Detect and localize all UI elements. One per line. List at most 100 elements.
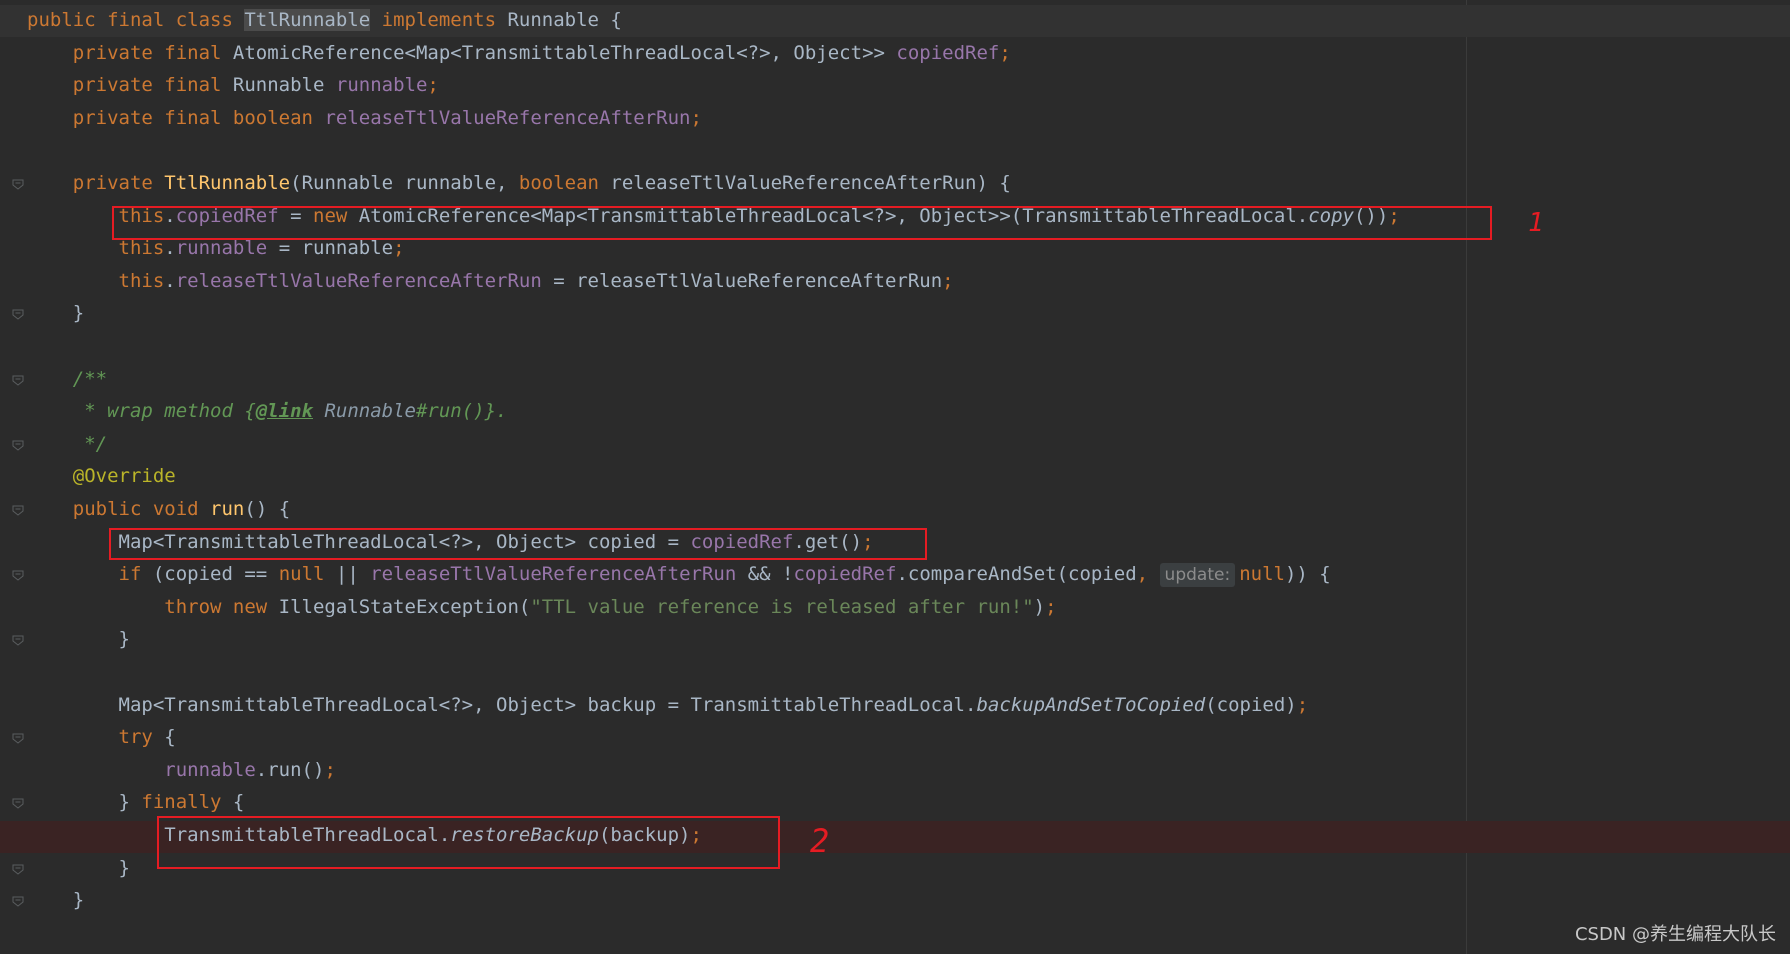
code-token: finally — [141, 791, 233, 814]
code-token: null — [1239, 563, 1285, 586]
code-line[interactable]: public final class TtlRunnable implement… — [27, 5, 622, 35]
code-line[interactable]: } — [27, 853, 130, 883]
code-editor[interactable]: public final class TtlRunnable implement… — [0, 0, 1790, 954]
fold-marker-icon[interactable] — [12, 308, 24, 321]
code-line[interactable]: */ — [27, 429, 107, 459]
code-token: Map<TransmittableThreadLocal<?>, Object>… — [118, 693, 977, 716]
code-token: ; — [324, 758, 336, 781]
code-token: @link — [255, 400, 313, 423]
fold-marker-icon[interactable] — [12, 178, 24, 190]
fold-marker-icon[interactable] — [12, 634, 24, 647]
handwritten-note-1: 1 — [1528, 208, 1544, 238]
code-line[interactable]: } finally { — [27, 787, 245, 817]
code-line[interactable]: if (copied == null || releaseTtlValueRef… — [27, 559, 1331, 589]
fold-marker-icon[interactable] — [12, 569, 24, 581]
code-token: ) — [1033, 595, 1046, 618]
code-line[interactable]: } — [27, 298, 84, 328]
editor-gutter[interactable] — [0, 0, 24, 954]
highlight-box-2 — [109, 528, 927, 560]
code-token: releaseTtlValueReferenceAfterRun) { — [610, 172, 1011, 194]
code-token: Runnable { — [507, 9, 622, 31]
parameter-hint: update: — [1159, 563, 1236, 588]
code-token: if — [118, 563, 153, 586]
code-line[interactable]: private final AtomicReference<Map<Transm… — [27, 38, 1011, 68]
code-token: run — [210, 498, 245, 520]
code-line[interactable]: Map<TransmittableThreadLocal<?>, Object>… — [27, 690, 1309, 720]
code-token: private final — [72, 41, 233, 64]
code-token: ; — [942, 269, 954, 292]
code-token: (copied == — [152, 563, 279, 586]
fold-marker-icon[interactable] — [12, 439, 24, 451]
code-token: copiedRef — [793, 563, 897, 586]
code-line[interactable]: private final Runnable runnable; — [27, 70, 439, 100]
code-token: (copied) — [1205, 693, 1297, 716]
code-token: ; — [1296, 693, 1309, 716]
fold-marker-icon[interactable] — [12, 797, 24, 810]
code-token: } — [118, 791, 142, 814]
code-line[interactable]: this.releaseTtlValueReferenceAfterRun = … — [27, 266, 954, 296]
code-token: AtomicReference<Map<TransmittableThreadL… — [232, 41, 897, 64]
code-token: ; — [690, 106, 702, 129]
code-token: implements — [370, 9, 508, 31]
fold-marker-icon[interactable] — [12, 732, 24, 744]
code-token: () { — [244, 498, 291, 520]
code-token: boolean — [518, 172, 611, 194]
code-line[interactable]: @Override — [27, 461, 176, 491]
fold-marker-icon[interactable] — [12, 895, 24, 907]
code-token: || — [335, 563, 371, 586]
code-token: TtlRunnable — [164, 172, 291, 194]
fold-marker-icon[interactable] — [12, 863, 24, 875]
code-token: . — [164, 269, 176, 292]
code-token: runnable — [164, 758, 256, 781]
code-token: } — [118, 628, 130, 651]
handwritten-note-2: 2 — [810, 822, 830, 860]
code-line[interactable]: throw new IllegalStateException("TTL val… — [27, 592, 1056, 622]
code-line[interactable]: private TtlRunnable(Runnable runnable, b… — [27, 168, 1011, 198]
code-token: Runnable — [324, 400, 416, 423]
code-line[interactable]: runnable.run(); — [27, 755, 336, 785]
code-token: )) { — [1284, 563, 1331, 586]
code-line[interactable]: } — [27, 624, 130, 654]
fold-marker-icon[interactable] — [12, 504, 24, 516]
code-line[interactable]: public void run() { — [27, 494, 290, 524]
code-line[interactable]: private final boolean releaseTtlValueRef… — [27, 103, 702, 133]
code-line[interactable]: try { — [27, 722, 176, 752]
code-token: this — [118, 269, 165, 292]
code-token: @Override — [72, 465, 176, 488]
code-token: ; — [393, 237, 405, 260]
code-token: .run() — [255, 758, 325, 781]
code-token: } — [118, 856, 130, 879]
code-line[interactable]: * wrap method {@link Runnable#run()}. — [27, 396, 507, 426]
code-token: "TTL value reference is released after r… — [530, 595, 1034, 618]
code-token: { — [164, 726, 176, 749]
code-token: TtlRunnable — [244, 9, 371, 31]
code-token: try — [118, 726, 165, 749]
code-token: private — [72, 172, 165, 194]
code-token: releaseTtlValueReferenceAfterRun — [175, 269, 542, 292]
code-line[interactable]: } — [27, 885, 84, 915]
code-token: /** — [72, 367, 108, 390]
code-token: #run()}. — [415, 400, 508, 423]
code-token: runnable — [175, 237, 268, 260]
code-token: { — [232, 791, 245, 814]
fold-marker-icon[interactable] — [12, 374, 24, 386]
code-line[interactable]: /** — [27, 364, 107, 394]
code-token: IllegalStateException( — [278, 595, 531, 618]
code-token: && ! — [747, 563, 794, 586]
